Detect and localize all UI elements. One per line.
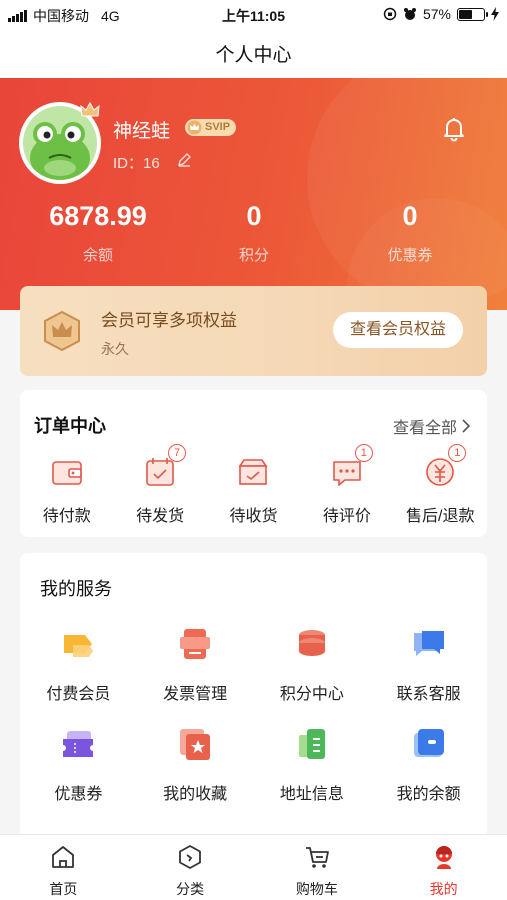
address-icon: [298, 729, 325, 759]
order-status-label: 待评价: [322, 508, 371, 525]
ticket-icon: [63, 731, 94, 757]
crown-icon: [80, 102, 100, 117]
page-title: 个人中心: [215, 45, 292, 66]
battery-fill: [459, 9, 473, 19]
view-membership-button[interactable]: 查看会员权益: [333, 312, 463, 348]
alarm-icon: [403, 8, 416, 20]
chevron-right-icon: [462, 419, 471, 433]
stat-label: 余额: [82, 247, 113, 264]
service-paid-membership[interactable]: 付费会员: [20, 625, 137, 725]
order-status-label: 待收货: [229, 508, 278, 525]
service-label: 积分中心: [279, 686, 344, 703]
service-my-balance[interactable]: 我的余额: [370, 725, 487, 825]
order-status-label: 待发货: [136, 508, 185, 525]
status-right: 57%: [383, 6, 499, 22]
stat-value: 6878.99: [49, 201, 147, 231]
tab-label: 首页: [49, 881, 78, 897]
service-label: 我的收藏: [163, 786, 228, 803]
username: 神经蛙: [113, 121, 171, 142]
service-my-favorites[interactable]: 我的收藏: [137, 725, 254, 825]
stat-coupons[interactable]: 0 优惠券: [332, 198, 488, 265]
order-count-badge: 1: [354, 444, 373, 462]
coins-icon: [298, 630, 325, 656]
service-invoice-management[interactable]: 发票管理: [137, 625, 254, 725]
order-status-label: 售后/退款: [406, 508, 475, 525]
membership-duration: 永久: [101, 341, 129, 357]
profile-header: 神经蛙 SVIP ID：16 6878.99 余额 0 积分 0 优惠券: [0, 78, 507, 310]
charging-icon: [491, 7, 499, 21]
user-id: ID：16: [113, 155, 160, 172]
service-label: 我的余额: [396, 786, 461, 803]
stat-value: 0: [246, 201, 262, 231]
service-label: 优惠券: [54, 786, 103, 803]
battery-icon: [457, 7, 488, 21]
order-pending-shipment[interactable]: 7 待发货: [113, 444, 206, 526]
wallet-icon: [51, 461, 82, 485]
membership-card: 会员可享多项权益 永久 查看会员权益: [20, 286, 487, 376]
cart-icon: [305, 847, 329, 868]
view-all-orders-link[interactable]: 查看全部: [393, 414, 471, 438]
tab-label: 分类: [176, 881, 205, 897]
tab-cart[interactable]: 购物车: [254, 835, 381, 900]
order-count-badge: 7: [168, 444, 187, 462]
edit-icon[interactable]: [177, 152, 192, 167]
orientation-lock-icon: [383, 7, 397, 21]
tab-label: 我的: [429, 881, 458, 897]
tab-home[interactable]: 首页: [0, 835, 127, 900]
order-pending-review[interactable]: 1 待评价: [300, 444, 393, 526]
my-services-card: 我的服务 付费会员 发票管理 积分中心 联系客服 优惠券 我的收藏 地址信息 我…: [20, 553, 487, 853]
view-all-label: 查看全部: [392, 420, 457, 437]
order-center-title: 订单中心: [34, 416, 106, 436]
notification-bell-icon[interactable]: [441, 116, 467, 142]
home-icon: [52, 846, 75, 868]
vip-tag-icon: [64, 635, 94, 657]
service-coupons[interactable]: 优惠券: [20, 725, 137, 825]
tab-category[interactable]: 分类: [127, 835, 254, 900]
svip-label: SVIP: [205, 121, 231, 133]
order-center-card: 订单中心 查看全部 待付款 7 待发货 待收货 1 待评价 1 售后/退款: [20, 390, 487, 537]
chat-icon: [413, 631, 444, 656]
stat-balance[interactable]: 6878.99 余额: [20, 198, 176, 265]
favorite-icon: [180, 729, 211, 760]
service-points-center[interactable]: 积分中心: [254, 625, 371, 725]
svip-badge: SVIP: [185, 119, 237, 136]
status-bar: 中国移动 4G 上午11:05 57%: [0, 0, 507, 28]
service-label: 付费会员: [46, 686, 111, 703]
service-label: 地址信息: [279, 786, 344, 803]
tab-me[interactable]: 我的: [380, 835, 507, 900]
stat-label: 积分: [238, 247, 269, 264]
battery-percent: 57%: [422, 6, 451, 22]
membership-crown-icon: [44, 310, 80, 352]
nav-bar: 个人中心: [0, 28, 507, 78]
service-address-info[interactable]: 地址信息: [254, 725, 371, 825]
stat-points[interactable]: 0 积分: [176, 198, 332, 265]
stat-value: 0: [402, 201, 418, 231]
balance-icon: [413, 729, 444, 757]
order-count-badge: 1: [448, 444, 467, 462]
service-label: 发票管理: [163, 686, 228, 703]
category-icon: [179, 845, 202, 869]
order-after-sales[interactable]: 1 售后/退款: [394, 444, 487, 526]
vip-crown-icon: [187, 120, 202, 135]
service-customer-support[interactable]: 联系客服: [370, 625, 487, 725]
box-icon: [238, 459, 268, 485]
membership-title: 会员可享多项权益: [101, 311, 237, 330]
order-pending-receipt[interactable]: 待收货: [207, 452, 300, 526]
tab-label: 购物车: [295, 881, 338, 897]
stat-label: 优惠券: [387, 247, 433, 264]
invoice-icon: [180, 629, 211, 659]
me-icon: [435, 846, 452, 869]
service-label: 联系客服: [396, 686, 461, 703]
bottom-tab-bar: 首页 分类 购物车 我的: [0, 834, 507, 900]
order-pending-payment[interactable]: 待付款: [20, 452, 113, 526]
account-stats: 6878.99 余额 0 积分 0 优惠券: [0, 198, 507, 265]
services-title: 我的服务: [40, 579, 112, 599]
order-status-label: 待付款: [42, 508, 91, 525]
